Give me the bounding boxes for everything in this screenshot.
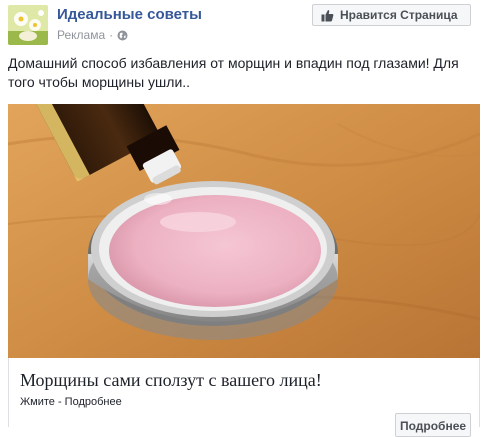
link-subline: Жмите - Подробнее [20, 396, 122, 408]
post-image[interactable] [8, 104, 480, 358]
page-name-link[interactable]: Идеальные советы [57, 6, 202, 23]
sponsored-post-card: Идеальные советы Реклама · Нравится Стра… [0, 0, 487, 437]
page-avatar-image [8, 5, 48, 45]
cream-jar-photo [8, 104, 480, 358]
learn-more-button[interactable]: Подробнее [395, 413, 471, 437]
like-page-label: Нравится Страница [340, 8, 458, 22]
post-text: Домашний способ избавления от морщин и в… [8, 55, 459, 90]
meta-separator: · [109, 28, 114, 42]
link-preview[interactable]: Морщины сами сползут с вашего лица! Жмит… [8, 358, 480, 437]
thumbs-up-icon [321, 9, 334, 22]
globe-icon [117, 30, 128, 41]
like-page-button[interactable]: Нравится Страница [312, 4, 471, 26]
post-meta: Реклама · [57, 28, 128, 42]
link-headline[interactable]: Морщины сами сползут с вашего лица! [20, 370, 322, 391]
page-avatar[interactable] [8, 5, 48, 45]
sponsored-label[interactable]: Реклама [57, 28, 105, 42]
